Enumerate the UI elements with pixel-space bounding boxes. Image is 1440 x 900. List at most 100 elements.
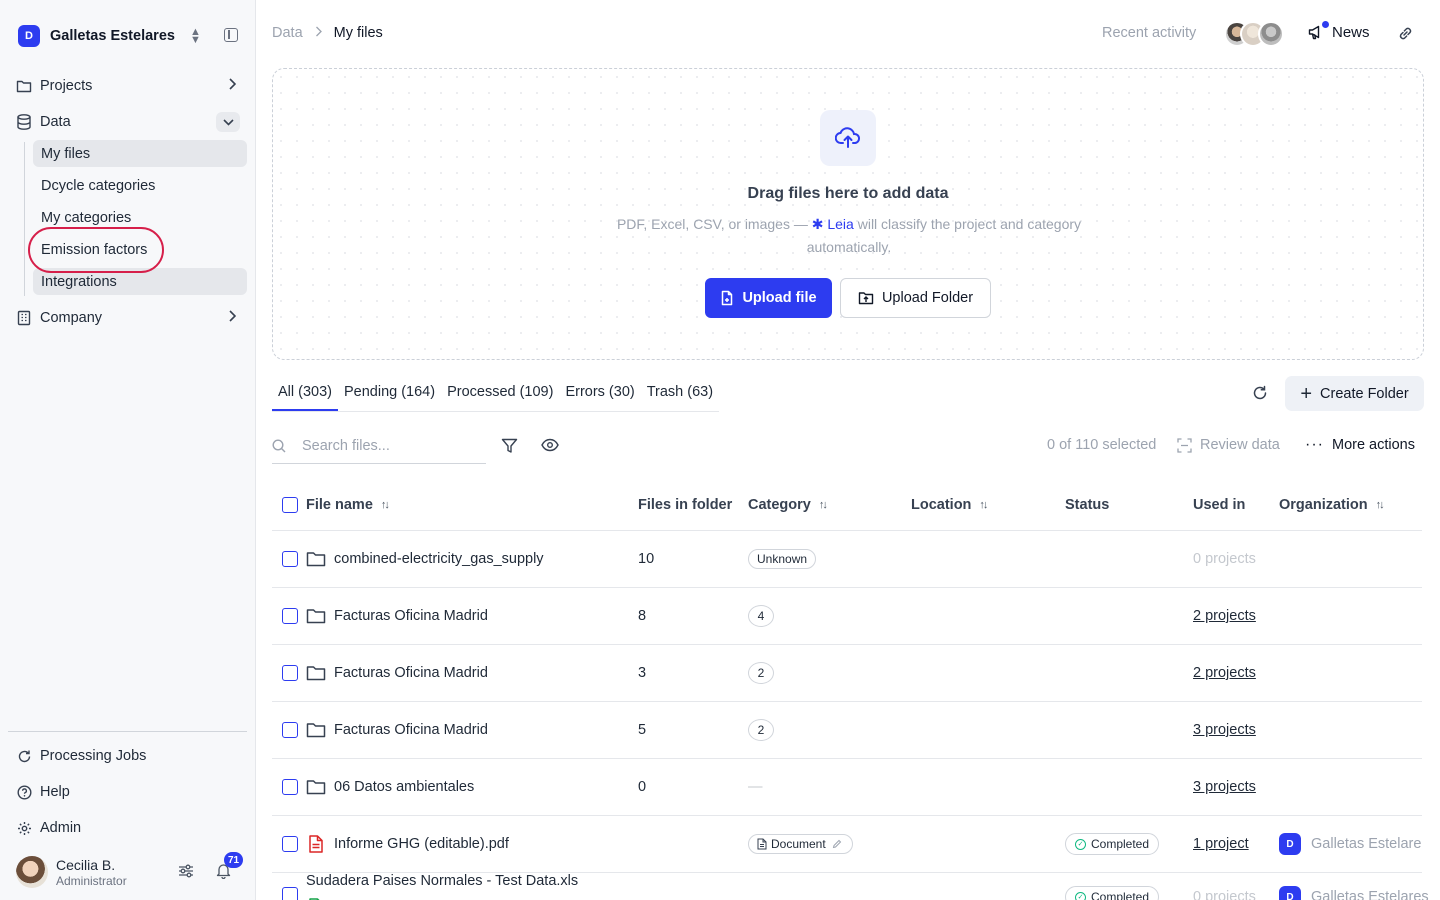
sort-icon[interactable]: ↑↓ bbox=[979, 499, 988, 511]
nav-projects[interactable]: Projects bbox=[16, 73, 242, 99]
eye-icon[interactable] bbox=[541, 438, 559, 455]
file-name[interactable]: Facturas Oficina Madrid bbox=[334, 665, 488, 681]
breadcrumb-data[interactable]: Data bbox=[272, 25, 303, 41]
nav-processing-jobs-label: Processing Jobs bbox=[40, 748, 147, 764]
sliders-icon[interactable] bbox=[178, 864, 194, 881]
nav-admin[interactable]: Admin bbox=[16, 815, 242, 841]
tab-label: Errors bbox=[565, 384, 605, 400]
used-in-link[interactable]: 2 projects bbox=[1193, 588, 1256, 644]
status-label: Completed bbox=[1091, 837, 1150, 851]
news-button[interactable]: News bbox=[1308, 21, 1370, 41]
sidebar-item-dcycle-categories[interactable]: Dcycle categories bbox=[33, 172, 247, 199]
tab-errors[interactable]: Errors (30) bbox=[559, 380, 640, 411]
category-count-badge[interactable]: 2 bbox=[748, 719, 774, 741]
file-name[interactable]: combined-electricity_gas_supply bbox=[334, 551, 544, 567]
org-logo: D bbox=[18, 25, 40, 47]
create-folder-button[interactable]: + Create Folder bbox=[1285, 376, 1424, 411]
column-files-in-folder: Files in folder bbox=[638, 497, 732, 513]
tab-pending[interactable]: Pending (164) bbox=[338, 380, 441, 411]
more-actions-button[interactable]: ··· More actions bbox=[1305, 437, 1415, 454]
table-row[interactable]: 06 Datos ambientales 0 — 3 projects bbox=[272, 759, 1422, 816]
user-profile[interactable]: Cecilia B. Administrator 71 bbox=[16, 852, 243, 890]
column-category[interactable]: Category ↑↓ bbox=[748, 497, 828, 513]
org-switcher[interactable]: D Galletas Estelares ▲ ▼ bbox=[18, 22, 240, 50]
row-checkbox[interactable] bbox=[282, 608, 298, 624]
upload-file-button[interactable]: Upload file bbox=[705, 278, 832, 318]
check-circle-icon: ✓ bbox=[1075, 891, 1086, 900]
help-circle-icon bbox=[16, 784, 32, 800]
nav-data[interactable]: Data bbox=[16, 109, 242, 135]
nav-help[interactable]: Help bbox=[16, 779, 242, 805]
file-name[interactable]: 06 Datos ambientales bbox=[334, 779, 474, 795]
folder-icon bbox=[306, 666, 326, 681]
dropzone-subtitle-before: PDF, Excel, CSV, or images — bbox=[616, 216, 812, 232]
file-name[interactable]: Informe GHG (editable).pdf bbox=[334, 836, 509, 852]
column-organization[interactable]: Organization ↑↓ bbox=[1279, 497, 1385, 513]
organization-cell: D Galletas Estelares bbox=[1279, 869, 1429, 900]
search-field[interactable] bbox=[272, 428, 486, 464]
select-all-checkbox[interactable] bbox=[282, 497, 298, 513]
category-badge[interactable]: Unknown bbox=[748, 549, 817, 569]
collaborator-avatars[interactable] bbox=[1224, 21, 1284, 47]
sort-icon[interactable]: ↑↓ bbox=[381, 499, 390, 511]
row-checkbox[interactable] bbox=[282, 665, 298, 681]
upload-folder-button[interactable]: Upload Folder bbox=[840, 278, 991, 318]
tab-processed[interactable]: Processed (109) bbox=[441, 380, 559, 411]
table-row[interactable]: Facturas Oficina Madrid 8 4 2 projects bbox=[272, 588, 1422, 645]
used-in-value: 0 projects bbox=[1193, 551, 1256, 567]
used-in-link[interactable]: 2 projects bbox=[1193, 645, 1256, 701]
breadcrumb: Data My files bbox=[272, 25, 383, 41]
row-checkbox[interactable] bbox=[282, 779, 298, 795]
row-checkbox[interactable] bbox=[282, 551, 298, 567]
file-name[interactable]: Facturas Oficina Madrid bbox=[334, 722, 488, 738]
table-row[interactable]: Sudadera Paises Normales - Test Data.xls… bbox=[272, 873, 1429, 900]
search-input[interactable] bbox=[302, 437, 482, 454]
file-name-cell: Facturas Oficina Madrid bbox=[306, 645, 488, 701]
collapse-sidebar-icon[interactable] bbox=[224, 28, 238, 42]
file-name[interactable]: Facturas Oficina Madrid bbox=[334, 608, 488, 624]
used-in-link[interactable]: 3 projects bbox=[1193, 759, 1256, 815]
row-checkbox-cell bbox=[282, 531, 298, 587]
review-data-button[interactable]: Review data bbox=[1177, 437, 1280, 453]
category-badge[interactable]: Document bbox=[748, 834, 853, 854]
sort-icon[interactable]: ↑↓ bbox=[1376, 499, 1385, 511]
chevron-up-down-icon[interactable]: ▲ ▼ bbox=[190, 27, 201, 46]
sidebar-item-my-files[interactable]: My files bbox=[33, 140, 247, 167]
file-dropzone[interactable]: Drag files here to add data PDF, Excel, … bbox=[272, 68, 1424, 360]
nav-company[interactable]: Company bbox=[16, 305, 242, 331]
table-row[interactable]: combined-electricity_gas_supply 10 Unkno… bbox=[272, 531, 1422, 588]
search-icon bbox=[272, 438, 286, 452]
files-count: 0 bbox=[638, 779, 647, 795]
category-count-badge[interactable]: 2 bbox=[748, 662, 774, 684]
category-label: Document bbox=[771, 837, 826, 851]
nav-help-label: Help bbox=[40, 784, 70, 800]
tab-trash[interactable]: Trash (63) bbox=[641, 380, 719, 411]
used-in-link[interactable]: 1 project bbox=[1193, 816, 1249, 872]
nav-processing-jobs[interactable]: Processing Jobs bbox=[16, 743, 242, 769]
nav-projects-label: Projects bbox=[40, 78, 93, 94]
row-checkbox[interactable] bbox=[282, 836, 298, 852]
table-row[interactable]: Facturas Oficina Madrid 3 2 2 projects bbox=[272, 645, 1422, 702]
select-all-checkbox-cell bbox=[282, 497, 298, 513]
sort-icon[interactable]: ↑↓ bbox=[819, 499, 828, 511]
building-icon bbox=[16, 310, 32, 326]
row-checkbox[interactable] bbox=[282, 887, 298, 900]
link-icon[interactable] bbox=[1397, 25, 1414, 45]
folder-icon bbox=[306, 780, 326, 795]
xls-file-icon bbox=[306, 879, 326, 900]
category-count-badge[interactable]: 4 bbox=[748, 605, 774, 627]
table-row[interactable]: Facturas Oficina Madrid 5 2 3 projects bbox=[272, 702, 1422, 759]
tab-all[interactable]: All (303) bbox=[272, 380, 338, 411]
database-icon bbox=[16, 114, 32, 130]
refresh-icon[interactable] bbox=[1252, 385, 1268, 404]
filter-icon[interactable] bbox=[501, 438, 518, 457]
file-name[interactable]: Sudadera Paises Normales - Test Data.xls bbox=[306, 873, 578, 889]
used-in-link[interactable]: 3 projects bbox=[1193, 702, 1256, 758]
column-file-name[interactable]: File name ↑↓ bbox=[306, 497, 390, 513]
row-checkbox[interactable] bbox=[282, 722, 298, 738]
chevron-down-icon[interactable] bbox=[216, 112, 240, 132]
column-location[interactable]: Location ↑↓ bbox=[911, 497, 988, 513]
recent-activity-link[interactable]: Recent activity bbox=[1102, 25, 1196, 41]
avatar bbox=[16, 856, 48, 888]
tab-label: Processed bbox=[447, 384, 516, 400]
